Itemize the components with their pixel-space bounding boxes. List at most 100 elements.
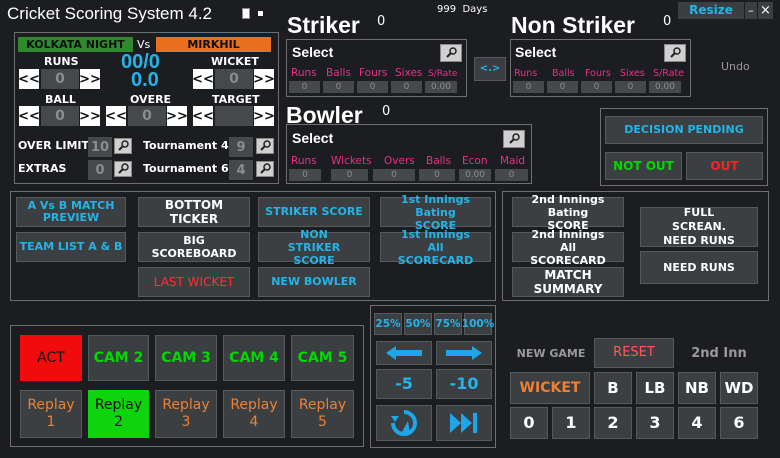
match-summary-button[interactable]: MATCH SUMMARY — [512, 267, 624, 297]
not-out-button[interactable]: NOT OUT — [605, 152, 682, 180]
runs-prev-button[interactable]: << — [18, 69, 40, 89]
second-innings-bating-button[interactable]: 2nd Innings Bating SCORE — [512, 193, 624, 232]
wicket-button[interactable]: WICKET — [510, 372, 590, 404]
out-button[interactable]: OUT — [686, 152, 763, 180]
striker-stat-label: Runs — [291, 67, 317, 79]
bowler-stat-value: 0.00 — [459, 169, 491, 181]
leg-bye-button[interactable]: LB — [636, 372, 674, 404]
swap-batsmen-button[interactable]: <.> — [474, 57, 506, 81]
match-preview-button[interactable]: A Vs B MATCH PREVIEW — [16, 197, 126, 227]
second-innings-all-button[interactable]: 2nd Innings All SCORECARD — [512, 228, 624, 267]
overe-next-button[interactable]: >> — [166, 106, 188, 126]
act-button[interactable]: ACT — [20, 335, 82, 381]
target-prev-button[interactable]: << — [192, 106, 214, 126]
striker-stat-value: 0 — [357, 81, 388, 93]
bowler-search-icon[interactable] — [503, 130, 525, 148]
need-runs-button[interactable]: NEED RUNS — [640, 251, 758, 284]
new-bowler-button[interactable]: NEW BOWLER — [258, 267, 370, 297]
wicket-next-button[interactable]: >> — [253, 69, 275, 89]
run-3-button[interactable]: 3 — [636, 407, 674, 439]
non-striker-stat-value: 0 — [547, 81, 578, 93]
tournament-b-value[interactable]: 4 — [229, 160, 253, 180]
run-6-button[interactable]: 6 — [720, 407, 758, 439]
ball-value[interactable]: 0 — [41, 106, 79, 126]
speed-100-button[interactable]: 100% — [462, 313, 494, 335]
striker-search-icon[interactable] — [440, 44, 462, 62]
non-striker-search-icon[interactable] — [664, 44, 686, 62]
wicket-value[interactable]: 0 — [215, 69, 253, 89]
replay-loop-button[interactable] — [376, 405, 432, 441]
ball-prev-button[interactable]: << — [18, 106, 40, 126]
run-4-button[interactable]: 4 — [678, 407, 716, 439]
cam3-button[interactable]: CAM 3 — [155, 335, 217, 381]
replay-2-button[interactable]: Replay 2 — [88, 390, 149, 438]
speed-75-button[interactable]: 75% — [434, 313, 462, 335]
replay-1-button[interactable]: Replay 1 — [20, 390, 82, 438]
last-wicket-button[interactable]: LAST WICKET — [138, 267, 250, 297]
target-value[interactable] — [215, 106, 253, 126]
resize-button[interactable]: Resize — [678, 2, 744, 19]
bowler-stat-label: Runs — [291, 155, 317, 167]
replay-4-button[interactable]: Replay 4 — [223, 390, 285, 438]
non-striker-stat-value: 0 — [615, 81, 646, 93]
decision-pending-button[interactable]: DECISION PENDING — [605, 116, 763, 144]
first-innings-all-button[interactable]: 1st Innings All SCORECARD — [380, 228, 491, 267]
speed-50-button[interactable]: 50% — [404, 313, 432, 335]
cam5-button[interactable]: CAM 5 — [291, 335, 354, 381]
replay-3-button[interactable]: Replay 3 — [155, 390, 217, 438]
minimize-button[interactable]: – — [745, 2, 757, 19]
striker-score-button[interactable]: STRIKER SCORE — [258, 197, 370, 227]
run-0-button[interactable]: 0 — [510, 407, 548, 439]
minus-5-button[interactable]: -5 — [376, 369, 432, 399]
first-innings-bating-button[interactable]: 1st Innings Bating SCORE — [380, 193, 491, 232]
team-a-name[interactable]: KOLKATA NIGHT — [18, 37, 133, 52]
over-limit-value[interactable]: 10 — [88, 137, 112, 157]
replay-5-button[interactable]: Replay 5 — [291, 390, 354, 438]
replay-label: Replay — [27, 397, 75, 413]
striker-select[interactable]: Select — [292, 44, 333, 60]
bowler-select[interactable]: Select — [292, 130, 333, 146]
non-striker-stat-label: S/Rate — [653, 68, 685, 79]
overe-prev-button[interactable]: << — [105, 106, 127, 126]
rewind-button[interactable] — [376, 341, 432, 365]
replay-label: Replay — [230, 397, 278, 413]
cam2-button[interactable]: CAM 2 — [88, 335, 149, 381]
bottom-ticker-button[interactable]: BOTTOM TICKER — [138, 197, 250, 227]
team-b-name[interactable]: MIRKHIL — [156, 37, 271, 52]
overe-label: OVERE — [130, 93, 172, 106]
cam4-button[interactable]: CAM 4 — [223, 335, 285, 381]
full-screen-need-runs-button[interactable]: FULL SCREAN. NEED RUNS — [640, 206, 758, 247]
speed-25-button[interactable]: 25% — [374, 313, 402, 335]
wide-button[interactable]: WD — [720, 372, 758, 404]
skip-forward-button[interactable] — [436, 405, 492, 441]
striker-stat-value: 0 — [391, 81, 422, 93]
non-striker-score-button[interactable]: NON STRIKER SCORE — [258, 228, 370, 267]
team-list-button[interactable]: TEAM LIST A & B — [16, 232, 126, 262]
minus-10-button[interactable]: -10 — [436, 369, 492, 399]
bye-button[interactable]: B — [594, 372, 632, 404]
extras-search-icon[interactable] — [114, 161, 132, 177]
big-scoreboard-button[interactable]: BIG SCOREBOARD — [138, 232, 250, 262]
overe-value[interactable]: 0 — [128, 106, 166, 126]
runs-value[interactable]: 0 — [41, 69, 79, 89]
undo-button[interactable]: Undo — [721, 60, 750, 73]
over-limit-search-icon[interactable] — [114, 138, 132, 154]
new-game-button[interactable]: NEW GAME — [510, 338, 592, 368]
non-striker-select[interactable]: Select — [515, 44, 556, 60]
target-next-button[interactable]: >> — [253, 106, 275, 126]
tournament-a-value[interactable]: 9 — [229, 137, 253, 157]
runs-next-button[interactable]: >> — [79, 69, 101, 89]
forward-button[interactable] — [436, 341, 492, 365]
close-button[interactable]: × — [758, 2, 773, 19]
second-innings-button[interactable]: 2nd Inn — [678, 338, 760, 368]
non-striker-stat-label: Sixes — [620, 68, 645, 79]
tournament-a-search-icon[interactable] — [256, 138, 274, 154]
run-2-button[interactable]: 2 — [594, 407, 632, 439]
ball-next-button[interactable]: >> — [79, 106, 101, 126]
wicket-prev-button[interactable]: << — [192, 69, 214, 89]
no-ball-button[interactable]: NB — [678, 372, 716, 404]
run-1-button[interactable]: 1 — [552, 407, 590, 439]
reset-button[interactable]: RESET — [594, 338, 674, 368]
tournament-b-search-icon[interactable] — [256, 161, 274, 177]
extras-value[interactable]: 0 — [88, 160, 112, 180]
